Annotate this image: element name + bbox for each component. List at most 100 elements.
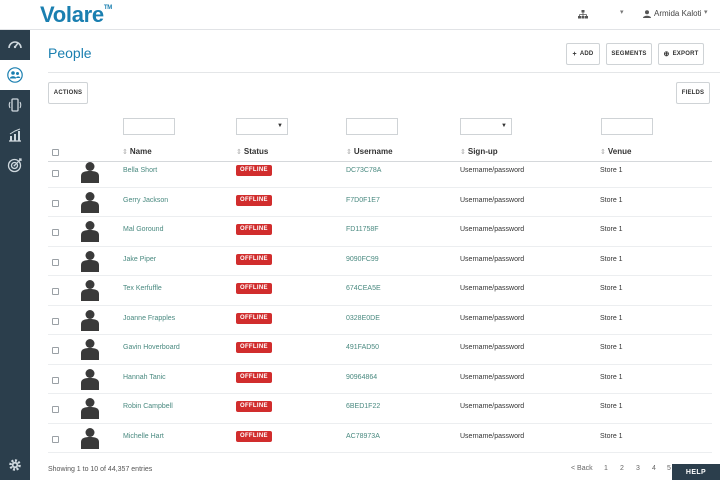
row-name[interactable]: Robin Campbell	[123, 403, 173, 410]
person-avatar-icon	[81, 280, 99, 301]
row-username[interactable]: 0328E0DE	[346, 315, 380, 322]
table-row[interactable]: Joanne Frapples OFFLINE 0328E0DE Usernam…	[48, 306, 712, 335]
sidebar-item-reports[interactable]	[0, 120, 30, 150]
row-name[interactable]: Tex Kerfuffle	[123, 285, 162, 292]
sort-icon: ⇕	[122, 149, 128, 156]
table-row[interactable]: Michelle Hart OFFLINE AC78973A Username/…	[48, 424, 712, 453]
row-username[interactable]: 491FAD50	[346, 344, 379, 351]
help-button[interactable]: HELP	[672, 464, 720, 480]
row-checkbox[interactable]	[52, 170, 59, 177]
export-button-label: EXPORT	[672, 51, 699, 57]
status-badge: OFFLINE	[236, 342, 272, 353]
pager-page-4[interactable]: 4	[652, 465, 656, 472]
table-row[interactable]: Robin Campbell OFFLINE 6BED1F22 Username…	[48, 394, 712, 424]
person-avatar-icon	[81, 339, 99, 360]
org-dropdown-caret[interactable]: ▾	[620, 8, 624, 16]
mobile-signal-icon	[8, 98, 22, 112]
row-name[interactable]: Joanne Frapples	[123, 315, 175, 322]
row-username[interactable]: 9090FC99	[346, 256, 379, 263]
add-button[interactable]: + ADD	[566, 43, 600, 65]
row-checkbox[interactable]	[52, 229, 59, 236]
top-bar: VolareTM ▾ Armida Kaloti ▾	[0, 0, 720, 30]
row-venue: Store 1	[600, 403, 623, 410]
status-badge: OFFLINE	[236, 312, 272, 324]
table-row[interactable]: Gavin Hoverboard OFFLINE 491FAD50 Userna…	[48, 335, 712, 365]
row-username[interactable]: AC78973A	[346, 433, 380, 440]
column-header-signup[interactable]: ⇕ Sign-up	[460, 147, 498, 156]
venue-filter-input[interactable]	[601, 118, 653, 135]
sidebar-item-devices[interactable]	[0, 90, 30, 120]
table-row[interactable]: Jake Piper OFFLINE 9090FC99 Username/pas…	[48, 247, 712, 276]
status-badge: OFFLINE	[236, 253, 272, 265]
row-checkbox[interactable]	[52, 435, 59, 443]
row-username[interactable]: 674CEA5E	[346, 285, 381, 292]
people-icon	[7, 67, 23, 83]
row-username[interactable]: F7D0F1E7	[346, 197, 380, 204]
sidebar-item-dashboard[interactable]	[0, 30, 30, 60]
row-checkbox[interactable]	[52, 406, 59, 413]
plus-icon: +	[572, 50, 577, 58]
name-filter-input[interactable]	[123, 118, 175, 135]
row-name[interactable]: Gerry Jackson	[123, 197, 168, 204]
fields-button[interactable]: FIELDS	[676, 82, 710, 104]
person-avatar-icon	[81, 221, 99, 242]
person-avatar-icon	[81, 191, 99, 213]
table-row[interactable]: Hannah Tanic OFFLINE 90964864 Username/p…	[48, 365, 712, 394]
org-tree-icon[interactable]	[578, 10, 588, 19]
pager-page-2[interactable]: 2	[620, 465, 624, 472]
add-button-label: ADD	[579, 51, 594, 57]
row-username[interactable]: 6BED1F22	[346, 403, 380, 410]
row-name[interactable]: Mal Goround	[123, 226, 163, 233]
actions-button[interactable]: ACTIONS	[48, 82, 88, 104]
row-checkbox[interactable]	[52, 347, 59, 354]
row-checkbox[interactable]	[52, 199, 59, 207]
status-badge: OFFLINE	[236, 430, 272, 442]
chevron-down-icon: ▼	[277, 123, 283, 129]
title-divider	[48, 72, 720, 73]
table-row[interactable]: Mal Goround OFFLINE FD11758F Username/pa…	[48, 217, 712, 247]
segments-button[interactable]: SEGMENTS	[606, 43, 652, 65]
column-header-username[interactable]: ⇕ Username	[346, 147, 393, 156]
row-checkbox[interactable]	[52, 376, 59, 384]
row-name[interactable]: Hannah Tanic	[123, 374, 166, 381]
sidebar-item-settings[interactable]	[0, 450, 30, 480]
row-venue: Store 1	[600, 226, 623, 233]
column-header-status[interactable]: ⇕ Status	[236, 147, 268, 156]
row-venue: Store 1	[600, 373, 623, 381]
pager-page-3[interactable]: 3	[636, 465, 640, 472]
pager-back-link[interactable]: < Back	[571, 465, 593, 472]
row-signup: Username/password	[460, 344, 525, 351]
sidebar-item-people[interactable]	[0, 60, 30, 90]
status-badge: OFFLINE	[236, 165, 272, 176]
volare-logo[interactable]: VolareTM	[40, 2, 112, 28]
pager-page-1[interactable]: 1	[604, 465, 608, 472]
person-avatar-icon	[81, 162, 99, 183]
table-row[interactable]: Bella Short OFFLINE DC73C78A Username/pa…	[48, 158, 712, 188]
row-name[interactable]: Gavin Hoverboard	[123, 344, 180, 351]
row-name[interactable]: Michelle Hart	[123, 433, 164, 440]
row-checkbox[interactable]	[52, 288, 59, 295]
pager-page-5[interactable]: 5	[667, 465, 671, 472]
user-dropdown-caret[interactable]: ▾	[704, 8, 708, 16]
table-row[interactable]: Tex Kerfuffle OFFLINE 674CEA5E Username/…	[48, 276, 712, 306]
row-username[interactable]: DC73C78A	[346, 167, 381, 174]
row-name[interactable]: Bella Short	[123, 167, 157, 174]
row-name[interactable]: Jake Piper	[123, 256, 156, 263]
export-button[interactable]: ⊕ EXPORT	[658, 43, 704, 65]
status-filter-select[interactable]: ▼	[236, 118, 288, 135]
row-signup: Username/password	[460, 196, 525, 204]
row-username[interactable]: FD11758F	[346, 226, 379, 233]
signup-filter-select[interactable]: ▼	[460, 118, 512, 135]
column-header-name[interactable]: ⇕ Name	[122, 147, 152, 156]
select-all-checkbox[interactable]	[52, 149, 59, 156]
column-header-venue[interactable]: ⇕ Venue	[600, 147, 631, 156]
row-checkbox[interactable]	[52, 317, 59, 325]
table-row[interactable]: Gerry Jackson OFFLINE F7D0F1E7 Username/…	[48, 188, 712, 217]
person-avatar-icon	[81, 309, 99, 331]
row-username[interactable]: 90964864	[346, 374, 377, 381]
row-checkbox[interactable]	[52, 258, 59, 266]
gear-icon	[9, 459, 21, 471]
user-name[interactable]: Armida Kaloti	[654, 9, 702, 18]
username-filter-input[interactable]	[346, 118, 398, 135]
sidebar-item-targets[interactable]	[0, 150, 30, 180]
